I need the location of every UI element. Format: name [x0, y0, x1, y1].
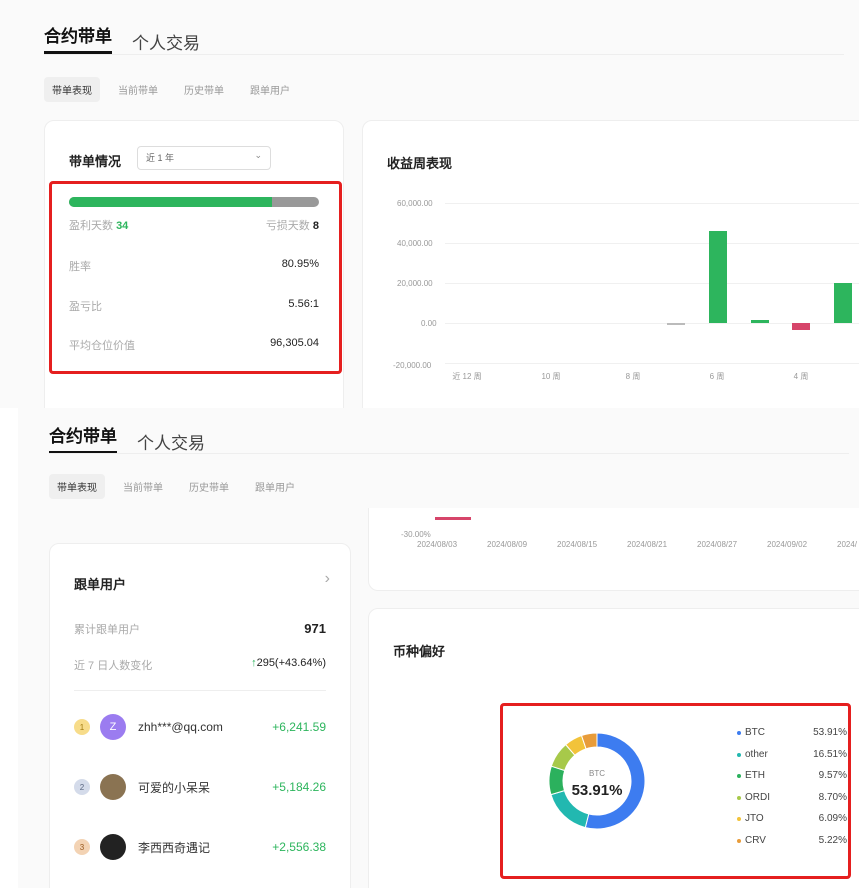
subtab-current[interactable]: 当前带单 [115, 474, 171, 499]
y-tick-label: 60,000.00 [397, 199, 433, 208]
rank-medal-icon: 3 [74, 839, 90, 855]
subtab-followers[interactable]: 跟单用户 [247, 474, 303, 499]
followers-divider [74, 690, 326, 691]
summary-title: 带单情况 [69, 154, 122, 169]
date-label: 2024/ [837, 540, 858, 549]
x-tick-label: 近 12 周 [452, 372, 482, 381]
date-label: 2024/08/15 [557, 540, 598, 549]
follower-profit: +2,556.38 [272, 840, 326, 854]
subtab-performance[interactable]: 带单表现 [44, 77, 100, 102]
tabs-divider [49, 453, 849, 454]
weekly-bar[interactable] [708, 231, 727, 323]
period-select-value: 近 1 年 [146, 153, 175, 163]
followers-title: 跟单用户 [74, 577, 127, 592]
follower-name: 李西西奇遇记 [138, 840, 211, 855]
subtab-performance[interactable]: 带单表现 [49, 474, 105, 499]
grid-line [445, 283, 859, 284]
y-tick-label: -20,000.00 [393, 361, 432, 370]
subtab-history[interactable]: 历史带单 [176, 77, 232, 102]
tabs-divider [44, 54, 844, 55]
weekly-change-label: 近 7 日人数变化 [74, 660, 153, 672]
weekly-change-value: 295(+43.64%) [256, 657, 326, 669]
sub-tabs: 带单表现 当前带单 历史带单 跟单用户 [44, 77, 308, 102]
weekly-bar-chart: 60,000.00 40,000.00 20,000.00 0.00 -20,0… [363, 121, 859, 408]
avatar: Z [100, 714, 126, 740]
subtab-history[interactable]: 历史带单 [181, 474, 237, 499]
chevron-down-icon: ⌄ [254, 150, 262, 160]
x-tick-label: 10 周 [541, 372, 561, 381]
follower-name: zhh***@qq.com [138, 720, 223, 734]
follower-row[interactable]: 1 Z zhh***@qq.com +6,241.59 [74, 712, 326, 742]
weekly-bar[interactable] [792, 323, 811, 330]
y-tick-label: 40,000.00 [397, 239, 433, 248]
follower-name: 可爱的小呆呆 [138, 780, 211, 795]
date-label: 2024/08/09 [487, 540, 528, 549]
weekly-bar[interactable] [667, 323, 685, 325]
sub-tabs: 带单表现 当前带单 历史带单 跟单用户 [49, 474, 313, 499]
total-followers-value: 971 [304, 621, 326, 636]
chevron-right-icon[interactable]: › [325, 570, 330, 588]
date-label: 2024/09/02 [767, 540, 808, 549]
weekly-change: ↑295(+43.64%) [251, 657, 326, 669]
weekly-bar[interactable] [750, 320, 769, 323]
x-tick-label: 8 周 [625, 372, 641, 381]
main-tabs: 合约带单 个人交易 [49, 422, 225, 454]
y-tick-label: 0.00 [421, 319, 437, 328]
x-tick-label: 4 周 [793, 372, 809, 381]
subtab-current[interactable]: 当前带单 [110, 77, 166, 102]
highlight-box-coins [500, 703, 851, 879]
main-tabs: 合约带单 个人交易 [44, 22, 220, 54]
return-y-tick: -30.00% [401, 530, 431, 539]
weekly-bar[interactable] [834, 283, 853, 323]
avatar [100, 774, 126, 800]
return-chart-card: -30.00% 2024/08/03 2024/08/09 2024/08/15… [368, 508, 859, 591]
total-followers-label: 累计跟单用户 [74, 624, 140, 636]
tab-personal-trading[interactable]: 个人交易 [132, 29, 200, 54]
follower-row[interactable]: 2 可爱的小呆呆 +5,184.26 [74, 772, 326, 802]
period-select[interactable]: 近 1 年 ⌄ [137, 146, 271, 170]
rank-medal-icon: 1 [74, 719, 90, 735]
return-line-segment [435, 517, 471, 520]
y-tick-label: 20,000.00 [397, 279, 433, 288]
grid-line [445, 203, 859, 204]
date-label: 2024/08/27 [697, 540, 738, 549]
top-screenshot-panel: 合约带单 个人交易 带单表现 当前带单 历史带单 跟单用户 带单情况 近 1 年… [0, 0, 859, 408]
grid-line [445, 363, 859, 364]
tab-contract-copy[interactable]: 合约带单 [49, 422, 117, 454]
tab-contract-copy[interactable]: 合约带单 [44, 22, 112, 54]
avatar [100, 834, 126, 860]
weekly-card: 收益周表现 60,000.00 40,000.00 20,000.00 0.00… [362, 120, 859, 408]
follower-profit: +6,241.59 [272, 720, 326, 734]
follower-profit: +5,184.26 [272, 780, 326, 794]
tab-personal-trading[interactable]: 个人交易 [137, 429, 205, 454]
x-tick-label: 6 周 [709, 372, 725, 381]
date-label: 2024/08/21 [627, 540, 668, 549]
grid-line [445, 243, 859, 244]
highlight-box-summary [49, 181, 342, 374]
date-label: 2024/08/03 [417, 540, 458, 549]
rank-medal-icon: 2 [74, 779, 90, 795]
follower-row[interactable]: 3 李西西奇遇记 +2,556.38 [74, 832, 326, 862]
subtab-followers[interactable]: 跟单用户 [242, 77, 298, 102]
followers-card: 跟单用户 › 累计跟单用户 971 近 7 日人数变化 ↑295(+43.64%… [49, 543, 351, 888]
coin-preference-title: 币种偏好 [393, 644, 446, 659]
